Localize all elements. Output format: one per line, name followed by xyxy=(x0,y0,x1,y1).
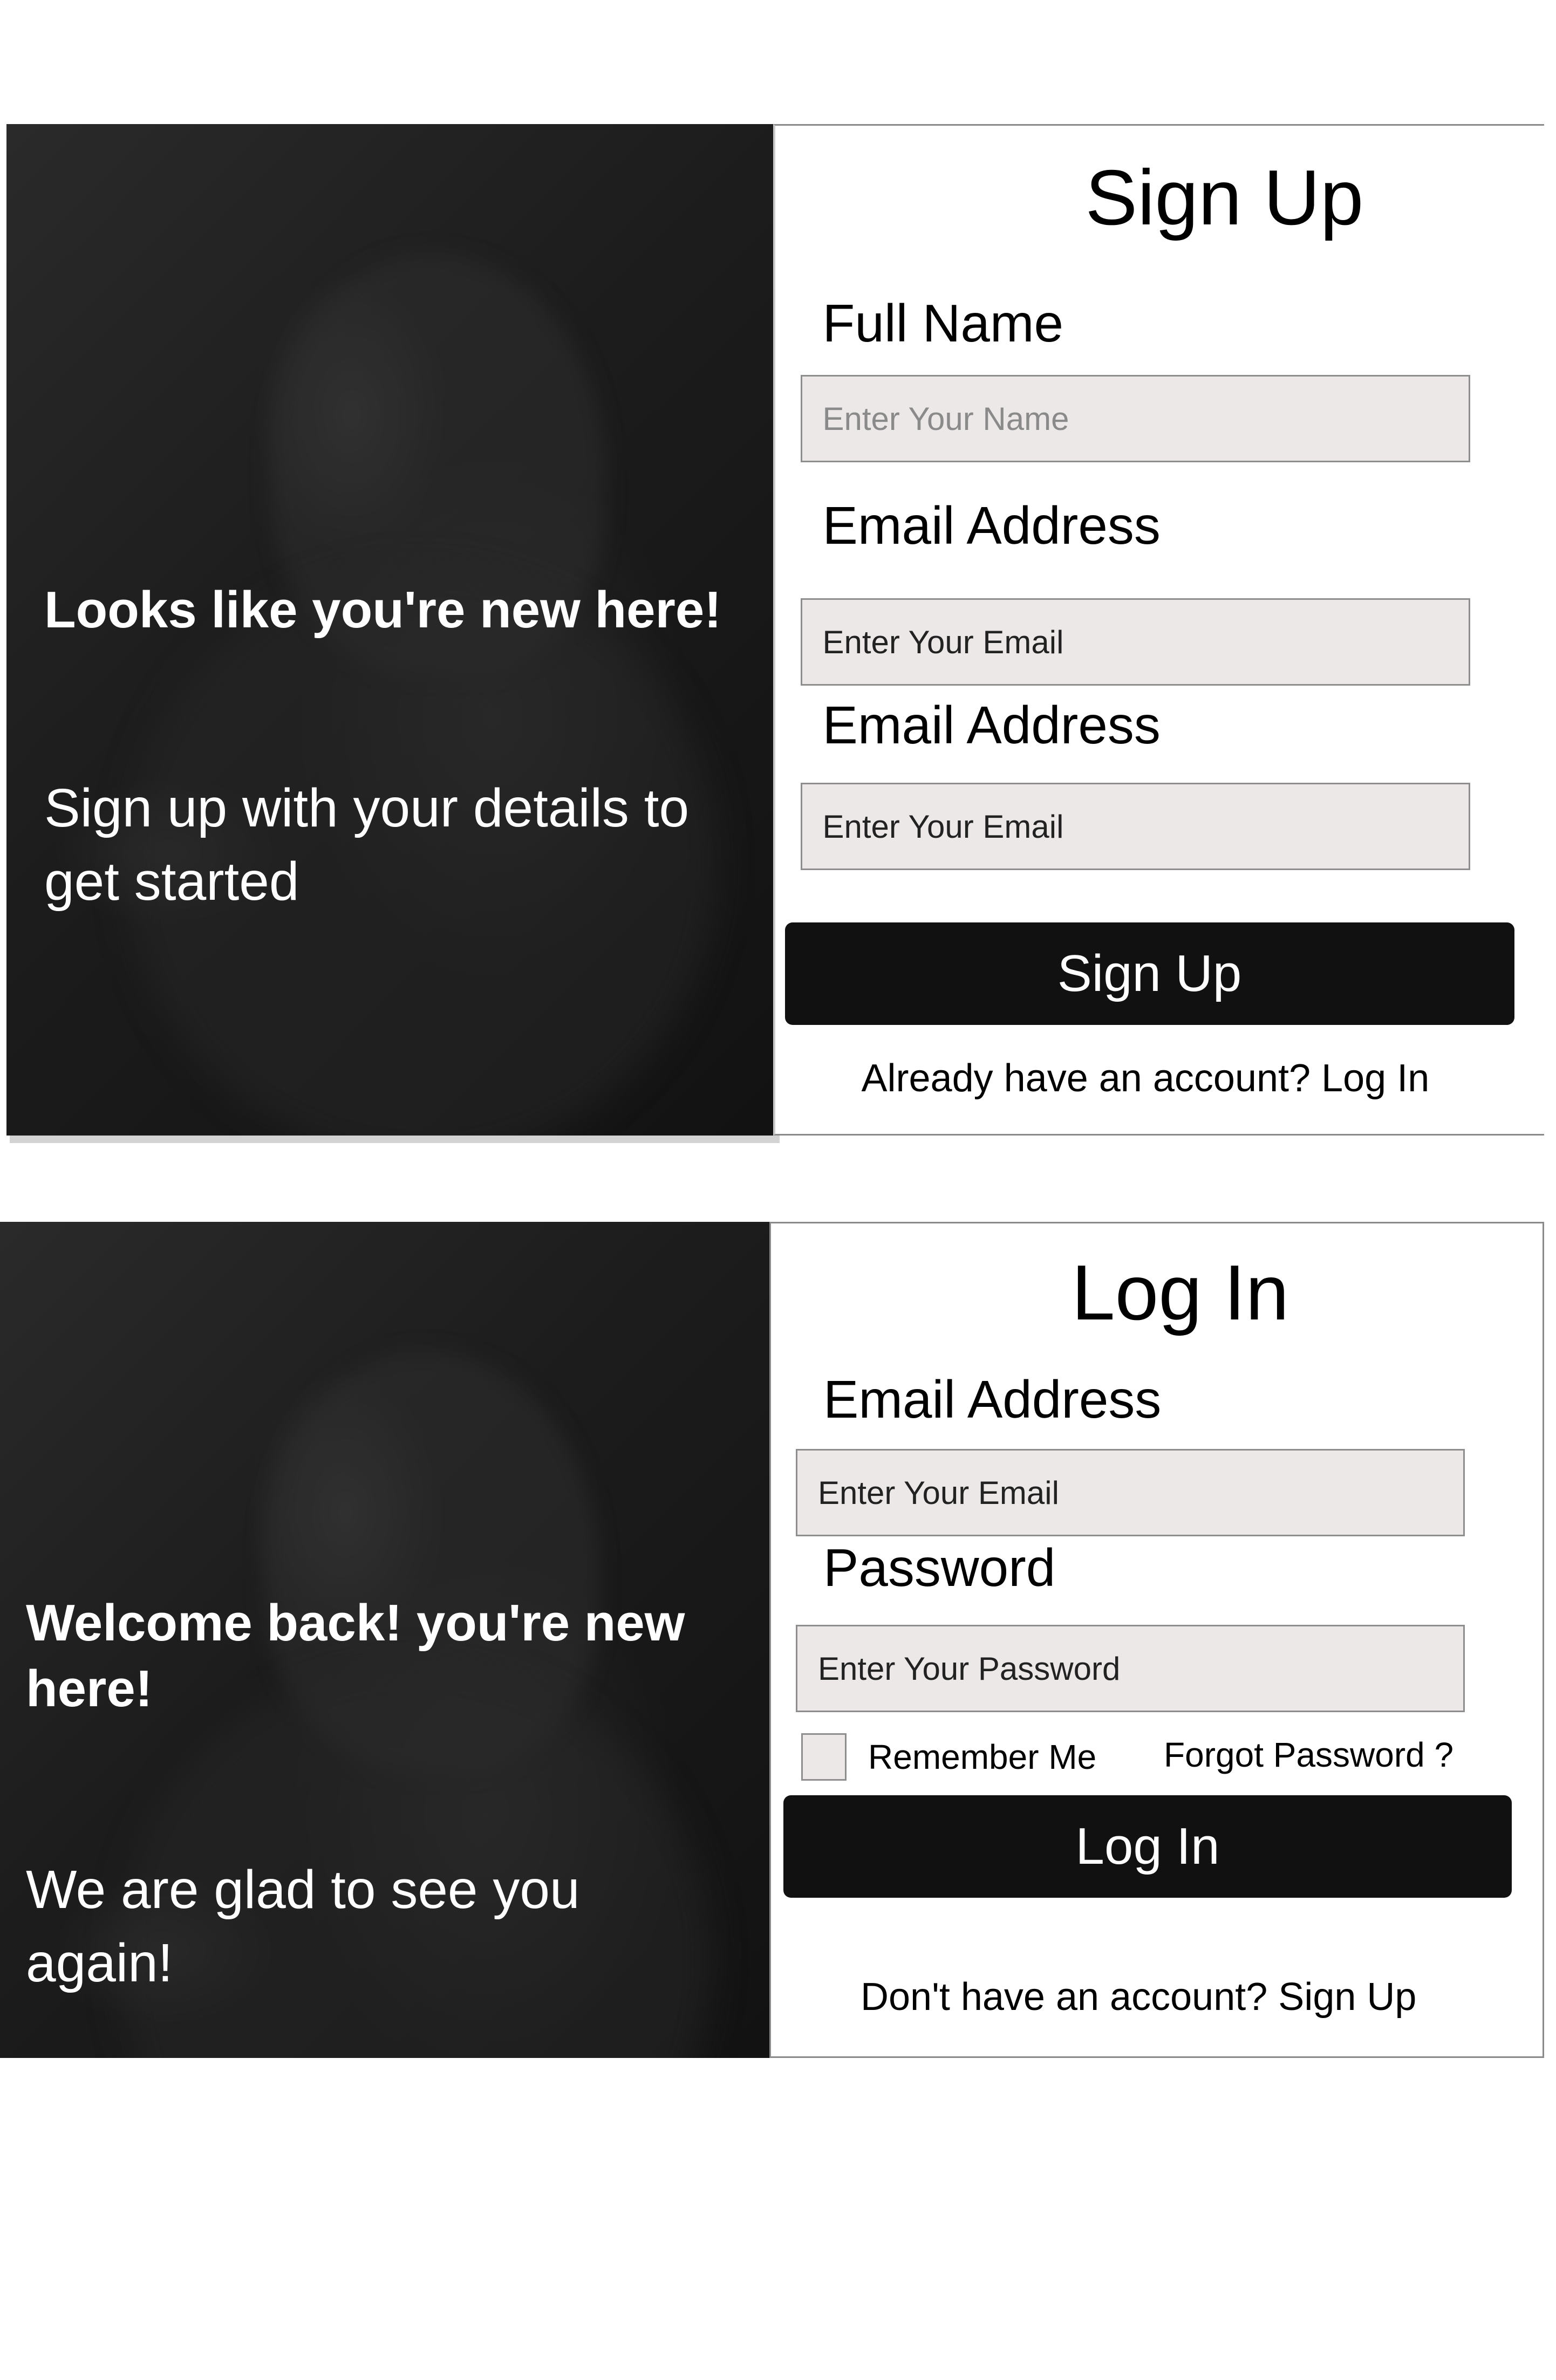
signup-footer: Already have an account? Log In xyxy=(862,1056,1430,1100)
login-button[interactable]: Log In xyxy=(783,1795,1512,1898)
full-name-input[interactable] xyxy=(800,375,1470,462)
signup-form-panel: Sign Up Full Name Email Address Email Ad… xyxy=(773,124,1544,1136)
email-label: Email Address xyxy=(822,496,1161,555)
email-input[interactable] xyxy=(800,598,1470,686)
email-confirm-label: Email Address xyxy=(822,695,1161,755)
password-label: Password xyxy=(823,1538,1056,1597)
signup-hero-subline: Sign up with your details to get started xyxy=(44,778,690,912)
login-footer-prompt: Don't have an account? xyxy=(861,1975,1268,2019)
signup-card: Looks like you're new here! Sign up with… xyxy=(0,124,1544,1138)
signup-footer-prompt: Already have an account? xyxy=(861,1057,1311,1100)
signup-hero-image: Looks like you're new here! Sign up with… xyxy=(6,124,776,1136)
password-input[interactable] xyxy=(796,1625,1465,1712)
full-name-label: Full Name xyxy=(822,293,1064,353)
remember-me-checkbox[interactable] xyxy=(801,1733,847,1781)
login-hero-image: Welcome back! you're new here! We are gl… xyxy=(0,1222,769,2058)
login-hero-subline: We are glad to see you again! xyxy=(26,1859,580,1993)
login-link[interactable]: Log In xyxy=(1321,1057,1429,1100)
login-footer: Don't have an account? Sign Up xyxy=(861,1975,1416,2019)
login-email-input[interactable] xyxy=(796,1449,1465,1536)
login-hero-headline: Welcome back! you're new here! xyxy=(26,1594,685,1718)
login-title: Log In xyxy=(1072,1249,1289,1336)
signup-hero-headline: Looks like you're new here! xyxy=(44,581,722,639)
signup-button[interactable]: Sign Up xyxy=(784,922,1514,1025)
remember-me-row: Remember Me xyxy=(801,1733,1096,1781)
remember-me-label[interactable]: Remember Me xyxy=(868,1737,1096,1777)
email-confirm-input[interactable] xyxy=(800,783,1470,870)
login-card: Welcome back! you're new here! We are gl… xyxy=(0,1222,1544,2058)
login-email-label: Email Address xyxy=(823,1370,1162,1429)
forgot-password-link[interactable]: Forgot Password ? xyxy=(1164,1735,1453,1775)
login-form-panel: Log In Email Address Password Remember M… xyxy=(769,1222,1544,2058)
signup-link[interactable]: Sign Up xyxy=(1278,1975,1416,2019)
signup-title: Sign Up xyxy=(1085,154,1364,241)
